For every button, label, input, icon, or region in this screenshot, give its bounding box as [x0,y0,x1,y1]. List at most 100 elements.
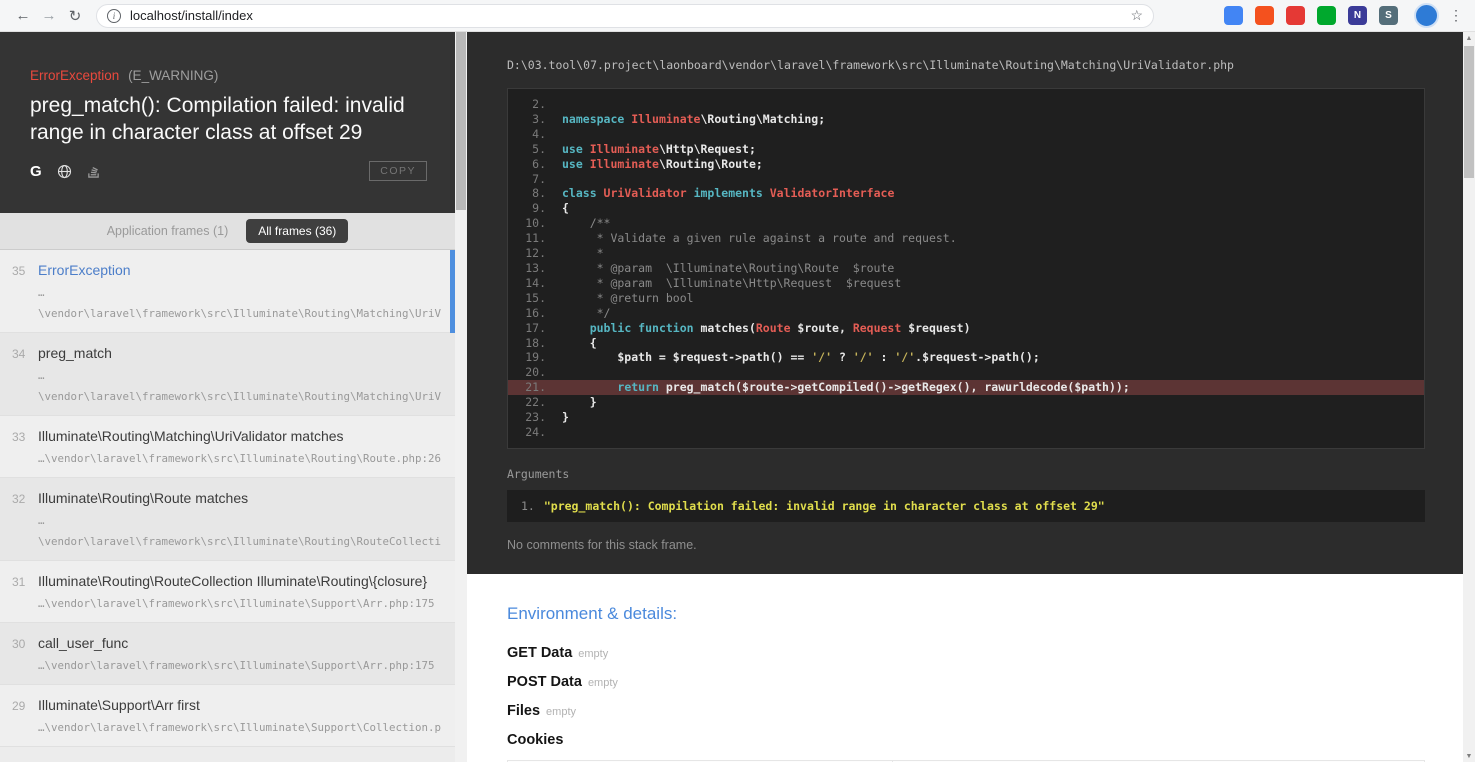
code-line-10: 10. /** [508,216,1424,231]
comments-note: No comments for this stack frame. [507,537,697,552]
frame-path: …\vendor\laravel\framework\src\Illuminat… [38,597,435,610]
code-line-22: 22. } [508,395,1424,410]
google-search-icon[interactable]: G [30,164,42,179]
frame-path: \vendor\laravel\framework\src\Illuminate… [38,390,441,403]
profile-avatar[interactable] [1414,3,1439,28]
bookmark-star-icon[interactable]: ☆ [1130,7,1143,24]
line-number: 15. [525,290,546,305]
env-empty-badge: empty [546,705,577,718]
frame-body: Illuminate\Support\Arr first …\vendor\lar… [38,697,441,734]
arguments-label: Arguments [507,466,570,481]
line-number: 20. [525,365,546,380]
code-line-21: 21. return preg_match($route->getCompile… [508,380,1424,396]
reload-icon[interactable]: ↻ [62,3,88,29]
frames-scrollbar[interactable] [455,32,467,762]
code-text: } [562,410,569,425]
code-line-3: 3. namespace Illuminate\Routing\Matching; [508,112,1424,127]
code-line-15: 15. * @return bool [508,291,1424,306]
code-line-7: 7. [508,172,1424,187]
env-row-post-data: POST Data empty [507,673,1425,691]
code-text: /** [562,216,611,231]
env-empty-badge: empty [587,676,618,689]
code-text: * @return bool [562,290,694,305]
line-number: 22. [525,395,546,410]
address-bar[interactable]: i localhost/install/index ☆ [96,3,1154,28]
forward-icon[interactable]: → [36,3,62,29]
browser-menu-icon[interactable]: ⋮ [1449,7,1463,24]
frames-scrollbar-thumb[interactable] [456,32,466,210]
tab-application-frames[interactable]: Application frames (1) [107,224,229,238]
env-label: GET Data [507,644,573,661]
page-info-icon[interactable]: i [107,8,121,23]
stack-frame-33[interactable]: 33 Illuminate\Routing\Matching\UriValidat… [0,416,455,478]
globe-search-icon[interactable] [57,164,72,179]
code-line-9: 9. { [508,201,1424,216]
back-icon[interactable]: ← [10,3,36,29]
code-block: 2. 3. namespace Illuminate\Routing\Matchin… [507,88,1425,449]
code-text: * @param \Illuminate\Http\Request $reque… [562,275,902,290]
page-scrollbar-thumb[interactable] [1464,46,1474,178]
line-number: 18. [525,335,546,350]
env-row-cookies: Cookies [507,731,1425,749]
tab-all-frames[interactable]: All frames (36) [246,219,349,243]
frame-body: call_user_func …\vendor\laravel\framework… [38,635,441,672]
copy-button[interactable]: COPY [369,161,427,182]
env-empty-badge: empty [578,647,609,660]
code-line-12: 12. * [508,246,1424,261]
stack-frame-35[interactable]: 35 ErrorException … \vendor\laravel\framewo… [0,250,455,333]
env-row-files: Files empty [507,702,1425,720]
frame-title: Illuminate\Routing\RouteCollection Illum… [38,573,428,589]
stack-frame-34[interactable]: 34 preg_match … \vendor\laravel\framework\s… [0,333,455,416]
code-line-16: 16. */ [508,306,1424,321]
frames-list: 35 ErrorException… \vendor\laravel\framewo… [0,250,455,762]
frames-tabs: Application frames (1) All frames (36) [0,213,455,250]
env-label: POST Data [507,673,582,690]
environment-section: Environment & details: GET Data empty POST… [467,573,1463,762]
frame-path: \vendor\laravel\framework\src\Illuminate… [38,535,441,548]
frame-title: preg_match [38,345,112,361]
line-number: 12. [525,246,546,261]
frame-number: 35 [12,264,26,278]
env-label: Files [507,702,541,719]
line-number: 2. [532,97,546,111]
stack-frame-29[interactable]: 29 Illuminate\Support\Arr first …\vendor\l… [0,685,455,747]
scroll-up-icon[interactable]: ▲ [1463,32,1475,44]
stack-frame-30[interactable]: 30 call_user_func …\vendor\laravel\framewo… [0,623,455,685]
env-label: Cookies [507,731,564,748]
frame-number: 30 [12,637,26,651]
scroll-down-icon[interactable]: ▼ [1463,750,1475,762]
green-extension-icon[interactable] [1317,6,1336,25]
stack-frame-32[interactable]: 32 Illuminate\Routing\Route matches … \vend… [0,478,455,561]
gray-extension-icon[interactable]: S [1379,6,1398,25]
page-scrollbar[interactable]: ▲ ▼ [1463,32,1475,762]
line-number: 5. [532,141,546,156]
exception-severity: (E_WARNING) [128,68,219,83]
exception-message: preg_match(): Compilation failed: invali… [30,94,405,144]
line-number: 19. [525,350,546,365]
line-number: 10. [525,216,546,231]
frame-title: ErrorException [38,262,131,278]
code-line-8: 8. class UriValidator implements Validato… [508,186,1424,201]
line-number: 21. [525,380,546,395]
translate-extension-icon[interactable] [1224,6,1243,25]
environment-rows: GET Data empty POST Data empty Files empty Coo… [507,644,1425,749]
red-extension-icon[interactable] [1286,6,1305,25]
stackoverflow-search-icon[interactable] [87,164,100,179]
argument-item: 1. "preg_match(): Compilation failed: inv… [521,499,1411,513]
onenote-extension-icon[interactable]: N [1348,6,1367,25]
code-line-6: 6. use Illuminate\Routing\Route; [508,157,1424,172]
line-number: 17. [525,320,546,335]
code-line-5: 5. use Illuminate\Http\Request; [508,142,1424,157]
frame-body: Illuminate\Routing\Matching\UriValidator… [38,428,441,465]
orange-extension-icon[interactable] [1255,6,1274,25]
code-line-23: 23.} [508,410,1424,425]
search-icons: G [30,164,100,179]
code-text: { [562,201,569,216]
line-number: 9. [532,201,546,216]
line-number: 7. [532,171,546,186]
frame-path: …\vendor\laravel\framework\src\Illuminat… [38,452,441,465]
frame-body: Illuminate\Routing\RouteCollection Illum… [38,573,441,610]
line-number: 16. [525,305,546,320]
frame-path: … [38,369,45,382]
stack-frame-31[interactable]: 31 Illuminate\Routing\RouteCollection Ill… [0,561,455,623]
